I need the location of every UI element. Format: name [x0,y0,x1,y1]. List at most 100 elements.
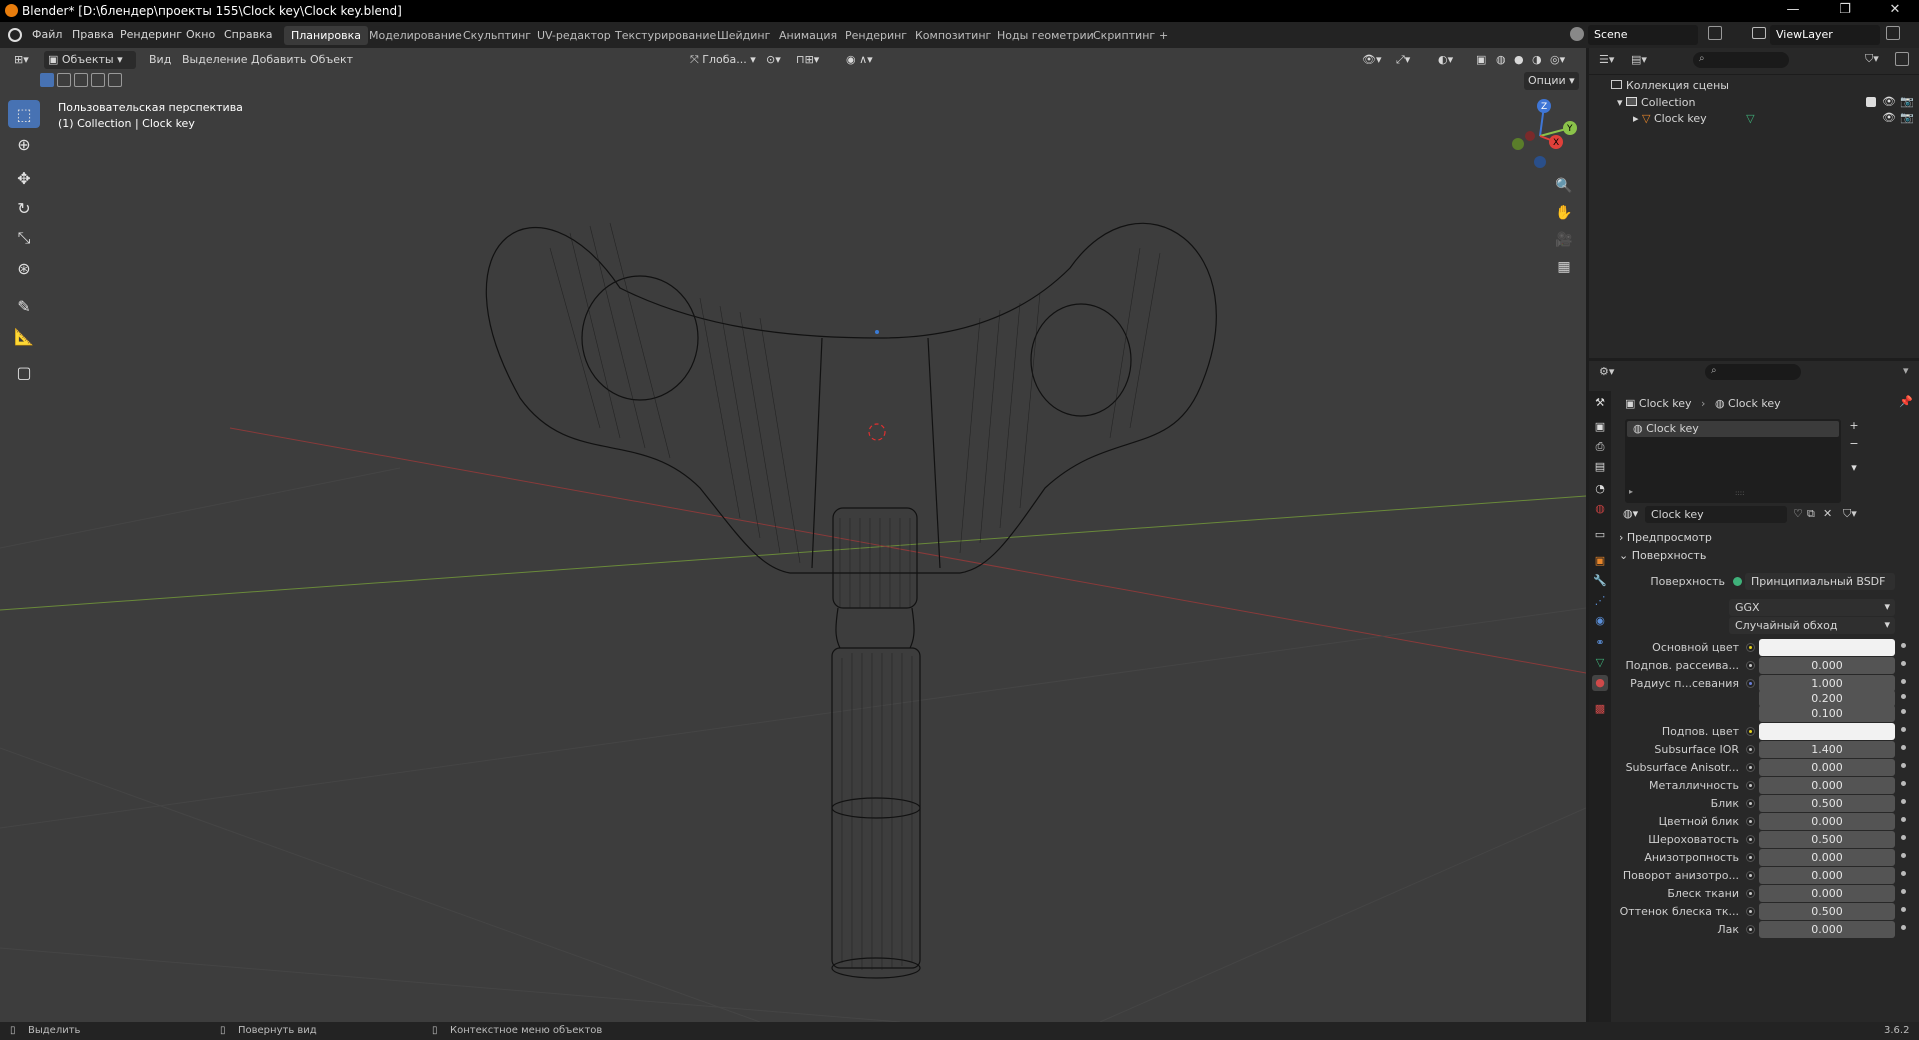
socket-icon[interactable] [1746,679,1755,688]
expand-arrow-icon[interactable]: ▸ [1629,487,1633,496]
select-extend-icon[interactable] [57,73,71,87]
cursor-tool-icon[interactable]: ⊕ [8,130,40,158]
menu-add[interactable]: Добавить [247,51,310,69]
view-layer-selector[interactable]: ViewLayer [1770,25,1880,45]
node-tree-filter-icon[interactable]: ⛉▾ [1843,507,1857,521]
pin-icon[interactable]: 📌 [1899,395,1913,408]
keyframe-dot-icon[interactable] [1901,925,1906,930]
rotate-tool-icon[interactable]: ↻ [8,194,40,222]
menu-help[interactable]: Справка [224,28,272,41]
color-swatch[interactable] [1759,639,1895,656]
keyframe-dot-icon[interactable] [1901,907,1906,912]
socket-icon[interactable] [1746,925,1755,934]
visibility-eye-icon[interactable]: 👁 [1882,95,1896,108]
surface-section-header[interactable]: ⌄ Поверхность [1619,549,1915,565]
pivot-point-icon[interactable]: ⊙▾ [762,51,785,69]
render-camera-icon[interactable]: 📷 [1900,111,1914,124]
value-slider[interactable]: 0.500 [1759,795,1895,812]
minimize-button[interactable]: — [1778,2,1808,20]
visibility-icon[interactable]: 👁▾ [1358,51,1386,69]
3d-viewport[interactable]: ⊞▾ ▣ Объекты ▾ Вид Выделение Добавить Об… [0,48,1586,1022]
constraints-tab-icon[interactable]: ⚭ [1592,635,1608,651]
socket-icon[interactable] [1746,799,1755,808]
duplicate-material-icon[interactable]: ⧉ [1807,507,1815,521]
editor-type-icon[interactable]: ⊞▾ [10,51,33,69]
unlink-material-icon[interactable]: ✕ [1823,507,1832,520]
ortho-grid-icon[interactable]: ▦ [1552,255,1576,279]
particles-tab-icon[interactable]: ⋰ [1592,593,1608,609]
surface-shader-selector[interactable]: Принципиальный BSDF [1745,573,1895,590]
tab-compositing[interactable]: Композитинг [908,26,998,45]
keyframe-dot-icon[interactable] [1901,799,1906,804]
add-workspace-button[interactable]: + [1152,26,1175,45]
scene-tab-icon[interactable]: ◔ [1592,481,1608,497]
keyframe-dot-icon[interactable] [1901,745,1906,750]
outliner-collection-row[interactable]: ▾ Collection [1617,96,1695,109]
physics-tab-icon[interactable]: ◉ [1592,613,1608,629]
color-swatch[interactable] [1759,723,1895,740]
overlay-toggle-icon[interactable]: ◐▾ [1434,51,1457,69]
add-cube-tool-icon[interactable]: ▢ [8,358,40,386]
value-slider[interactable]: 0.000 [1759,813,1895,830]
modifier-tab-icon[interactable]: 🔧 [1592,573,1608,589]
shading-rendered-icon[interactable]: ◎▾ [1546,51,1569,69]
camera-view-icon[interactable]: 🎥 [1552,228,1576,252]
shading-wireframe-icon[interactable]: ◍ [1492,51,1510,69]
keyframe-dot-icon[interactable] [1901,661,1906,666]
socket-icon[interactable] [1746,727,1755,736]
value-slider[interactable]: 0.500 [1759,831,1895,848]
measure-tool-icon[interactable]: 📐 [8,322,40,350]
tool-tab-icon[interactable]: ⚒ [1592,395,1608,411]
socket-icon[interactable] [1746,661,1755,670]
socket-icon[interactable] [1746,853,1755,862]
exclude-checkbox[interactable] [1866,97,1876,107]
gizmo-toggle-icon[interactable]: ⤢▾ [1392,51,1414,69]
socket-icon[interactable] [1746,871,1755,880]
transform-tool-icon[interactable]: ⊛ [8,254,40,282]
menu-view[interactable]: Вид [145,51,175,69]
keyframe-dot-icon[interactable] [1901,763,1906,768]
keyframe-dot-icon[interactable] [1901,871,1906,876]
material-slot-item[interactable]: ◍ Clock key [1627,421,1839,437]
object-tab-icon[interactable]: ▣ [1592,553,1608,569]
snap-icon[interactable]: ⊓⊞▾ [792,51,823,69]
data-tab-icon[interactable]: ▽ [1592,655,1608,671]
select-new-icon[interactable] [40,73,54,87]
select-intersect-icon[interactable] [108,73,122,87]
keyframe-dot-icon[interactable] [1901,694,1906,699]
socket-icon[interactable] [1746,643,1755,652]
menu-file[interactable]: Файл [32,28,62,41]
visibility-eye-icon[interactable]: 👁 [1882,111,1896,124]
value-slider[interactable]: 0.500 [1759,903,1895,920]
keyframe-dot-icon[interactable] [1901,817,1906,822]
slot-menu-button[interactable]: ▾ [1847,461,1861,475]
move-tool-icon[interactable]: ✥ [8,164,40,192]
tab-texture-paint[interactable]: Текстурирование [608,26,723,45]
tab-modeling[interactable]: Моделирование [362,26,469,45]
select-invert-icon[interactable] [91,73,105,87]
keyframe-dot-icon[interactable] [1901,853,1906,858]
expand-arrow-icon[interactable]: ▸ [1633,112,1642,125]
new-scene-icon[interactable] [1708,26,1722,40]
subsurface-method-selector[interactable]: Случайный обход ▾ [1729,617,1895,634]
tab-rendering[interactable]: Рендеринг [838,26,914,45]
world-tab-icon[interactable]: ◍ [1592,501,1608,517]
properties-search-input[interactable]: ⌕ [1705,364,1801,380]
expand-arrow-icon[interactable]: ▾ [1617,96,1626,109]
new-collection-icon[interactable] [1895,52,1909,66]
preview-section-header[interactable]: › Предпросмотр [1619,531,1915,547]
value-slider[interactable]: 0.000 [1759,867,1895,884]
tab-geometry-nodes[interactable]: Ноды геометрии [990,26,1101,45]
shading-material-icon[interactable]: ◑ [1528,51,1546,69]
distribution-selector[interactable]: GGX ▾ [1729,599,1895,616]
material-tab-icon[interactable]: ● [1592,675,1608,691]
menu-object[interactable]: Объект [306,51,357,69]
socket-icon[interactable] [1746,907,1755,916]
tab-animation[interactable]: Анимация [772,26,844,45]
blender-menu-icon[interactable] [8,28,22,42]
tab-layout[interactable]: Планировка [284,26,368,45]
navigation-gizmo[interactable]: Z Y X [1500,96,1580,176]
value-slider[interactable]: 0.100 [1759,705,1895,722]
select-mode-buttons[interactable] [40,72,124,88]
material-slot-list[interactable]: ◍ Clock key ▸ :::: [1625,419,1841,503]
